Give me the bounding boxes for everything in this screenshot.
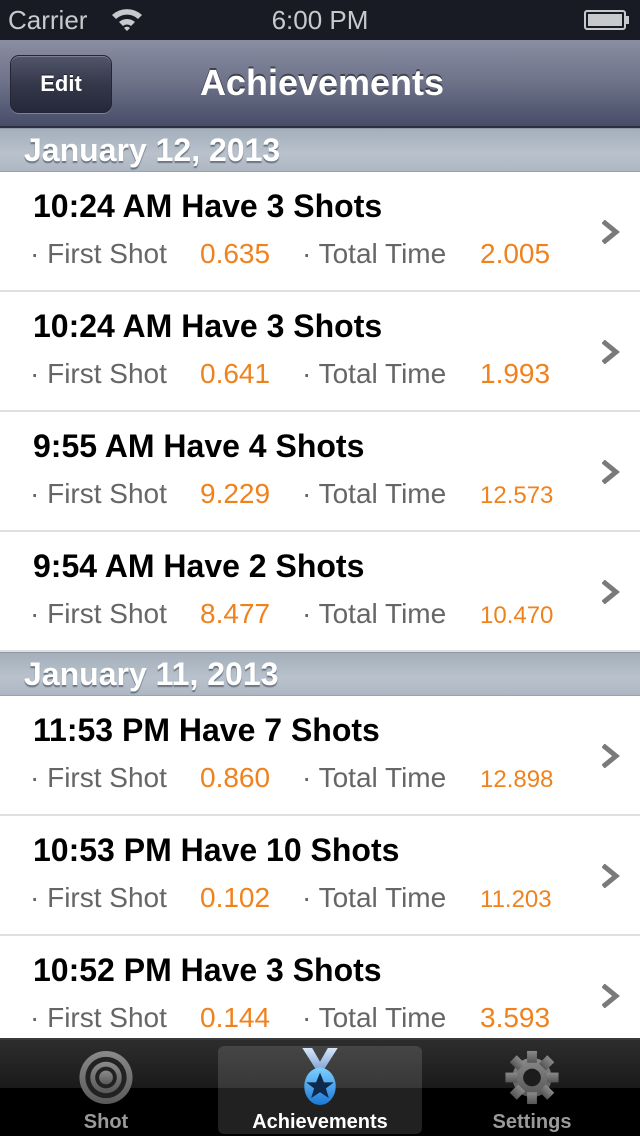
page-title: Achievements: [199, 62, 445, 103]
navigation-bar: Edit Achievements: [0, 40, 640, 128]
first-shot-value: 0.860: [200, 762, 271, 793]
medal-icon: [302, 1048, 338, 1106]
first-shot-label: · First Shot: [30, 1002, 167, 1033]
status-bar: Carrier 6:00 PM: [0, 0, 640, 40]
achievement-title: 10:53 PM Have 10 Shots: [33, 832, 400, 868]
chevron-right-icon: [602, 744, 620, 768]
first-shot-label: · First Shot: [30, 478, 167, 509]
first-shot-value: 0.635: [200, 238, 271, 269]
first-shot-label: · First Shot: [30, 882, 167, 913]
chevron-right-icon: [602, 984, 620, 1008]
total-time-value: 2.005: [480, 238, 551, 269]
first-shot-label: · First Shot: [30, 358, 167, 389]
first-shot-label: · First Shot: [30, 598, 167, 629]
tab-label: Settings: [492, 1111, 572, 1133]
total-time-label: · Total Time: [302, 358, 447, 389]
achievement-title: 11:53 PM Have 7 Shots: [33, 712, 380, 748]
section-header: January 11, 2013: [0, 652, 640, 696]
tab-label: Achievements: [252, 1111, 388, 1133]
tab-settings[interactable]: Settings: [430, 1046, 634, 1134]
total-time-value: 11.203: [480, 886, 552, 913]
first-shot-value: 9.229: [200, 478, 271, 509]
section-header: January 12, 2013: [0, 128, 640, 172]
target-icon: [79, 1050, 133, 1105]
achievement-title: 9:54 AM Have 2 Shots: [33, 548, 365, 584]
achievement-title: 10:52 PM Have 3 Shots: [33, 952, 382, 988]
chevron-right-icon: [602, 460, 620, 484]
first-shot-value: 0.641: [200, 358, 271, 389]
first-shot-value: 0.102: [200, 882, 271, 913]
first-shot-value: 0.144: [200, 1002, 271, 1033]
first-shot-label: · First Shot: [30, 762, 167, 793]
gear-icon: [505, 1050, 559, 1105]
total-time-label: · Total Time: [302, 762, 447, 793]
achievement-row[interactable]: 11:53 PM Have 7 Shots · First Shot 0.860…: [0, 696, 640, 816]
achievement-title: 10:24 AM Have 3 Shots: [33, 308, 383, 344]
achievement-row[interactable]: 9:54 AM Have 2 Shots · First Shot 8.477 …: [0, 532, 640, 652]
achievement-row[interactable]: 10:53 PM Have 10 Shots · First Shot 0.10…: [0, 816, 640, 936]
tab-bar: Shot Achievements Settings: [0, 1038, 640, 1136]
tab-achievements[interactable]: Achievements: [218, 1046, 422, 1134]
chevron-right-icon: [602, 864, 620, 888]
achievement-row[interactable]: 10:24 AM Have 3 Shots · First Shot 0.641…: [0, 292, 640, 412]
chevron-right-icon: [602, 340, 620, 364]
total-time-label: · Total Time: [302, 1002, 447, 1033]
total-time-value: 12.573: [480, 482, 554, 509]
total-time-label: · Total Time: [302, 238, 447, 269]
achievement-row[interactable]: 10:52 PM Have 3 Shots · First Shot 0.144…: [0, 936, 640, 1038]
achievement-title: 9:55 AM Have 4 Shots: [33, 428, 365, 464]
first-shot-value: 8.477: [200, 598, 271, 629]
total-time-value: 3.593: [480, 1002, 551, 1033]
total-time-label: · Total Time: [302, 478, 447, 509]
clock: 6:00 PM: [271, 5, 369, 35]
tab-label: Shot: [83, 1111, 129, 1133]
total-time-value: 12.898: [480, 766, 554, 793]
chevron-right-icon: [602, 580, 620, 604]
tab-shot[interactable]: Shot: [4, 1046, 208, 1134]
achievements-list[interactable]: January 12, 2013 10:24 AM Have 3 Shots ·…: [0, 128, 640, 1038]
achievement-row[interactable]: 9:55 AM Have 4 Shots · First Shot 9.229 …: [0, 412, 640, 532]
chevron-right-icon: [602, 220, 620, 244]
first-shot-label: · First Shot: [30, 238, 167, 269]
total-time-value: 1.993: [480, 358, 551, 389]
total-time-label: · Total Time: [302, 598, 447, 629]
battery-icon: [584, 10, 629, 30]
achievement-title: 10:24 AM Have 3 Shots: [33, 188, 383, 224]
total-time-value: 10.470: [480, 602, 554, 629]
total-time-label: · Total Time: [302, 882, 447, 913]
achievement-row[interactable]: 10:24 AM Have 3 Shots · First Shot 0.635…: [0, 172, 640, 292]
